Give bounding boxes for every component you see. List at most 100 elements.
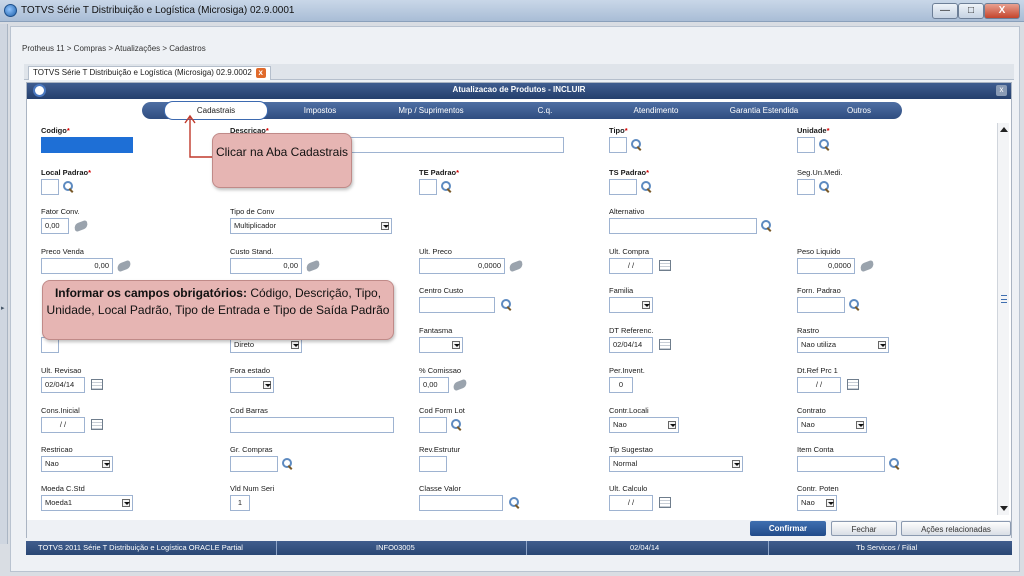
- moeda-c-std-select[interactable]: Moeda1: [41, 495, 133, 511]
- item-conta-input[interactable]: [797, 456, 885, 472]
- tipo-de-conv-select[interactable]: Multiplicador: [230, 218, 392, 234]
- tab-cadastrais[interactable]: Cadastrais: [164, 101, 268, 120]
- close-window-button[interactable]: X: [984, 3, 1020, 19]
- vld-num-seri-input[interactable]: 1: [230, 495, 250, 511]
- familia-select[interactable]: [609, 297, 653, 313]
- calculator-icon[interactable]: [73, 219, 89, 233]
- form-scrollbar[interactable]: [997, 123, 1009, 515]
- tipo-search-icon[interactable]: [631, 139, 642, 150]
- close-button[interactable]: Fechar: [831, 521, 897, 536]
- cod-barras-label: Cod Barras: [230, 406, 268, 415]
- fantasma-select[interactable]: [419, 337, 463, 353]
- local-padrao-search-icon[interactable]: [63, 181, 74, 192]
- rev-estrutur-input[interactable]: [419, 456, 447, 472]
- alternativo-input[interactable]: [609, 218, 757, 234]
- app-icon: [4, 4, 17, 17]
- dt-referenc-input[interactable]: 02/04/14: [609, 337, 653, 353]
- minimize-button[interactable]: —: [932, 3, 958, 19]
- tip-sugestao-label: Tip Sugestao: [609, 445, 653, 454]
- cons-inicial-input[interactable]: / /: [41, 417, 85, 433]
- ult-calculo-input[interactable]: / /: [609, 495, 653, 511]
- restricao-select[interactable]: Nao: [41, 456, 113, 472]
- maximize-button[interactable]: □: [958, 3, 984, 19]
- calendar-icon[interactable]: [847, 379, 859, 390]
- tab-atendimento[interactable]: Atendimento: [600, 102, 712, 119]
- calculator-icon[interactable]: [452, 378, 468, 392]
- seg-un-medi-search-icon[interactable]: [819, 181, 830, 192]
- tab-mrp-suprimentos[interactable]: Mrp / Suprimentos: [372, 102, 490, 119]
- item-conta-search-icon[interactable]: [889, 458, 900, 469]
- calendar-icon[interactable]: [659, 260, 671, 271]
- per-invent-input[interactable]: 0: [609, 377, 633, 393]
- contr-poten-select[interactable]: Nao: [797, 495, 837, 511]
- gr-compras-input[interactable]: [230, 456, 278, 472]
- scroll-down-icon[interactable]: [1000, 506, 1008, 511]
- gr-compras-search-icon[interactable]: [282, 458, 293, 469]
- classe-valor-search-icon[interactable]: [509, 497, 520, 508]
- alternativo-search-icon[interactable]: [761, 220, 772, 231]
- calculator-icon[interactable]: [305, 259, 321, 273]
- status-divider: [276, 541, 277, 555]
- dt-ref-prc1-label: Dt.Ref Prc 1: [797, 366, 838, 375]
- unidade-input[interactable]: [797, 137, 815, 153]
- tab-impostos[interactable]: Impostos: [268, 102, 372, 119]
- contr-locali-select[interactable]: Nao: [609, 417, 679, 433]
- calendar-icon[interactable]: [91, 379, 103, 390]
- custo-stand-input[interactable]: 0,00: [230, 258, 302, 274]
- cod-form-lot-search-icon[interactable]: [451, 419, 462, 430]
- scroll-up-icon[interactable]: [1000, 127, 1008, 132]
- contrato-select[interactable]: Nao: [797, 417, 867, 433]
- forn-padrao-search-icon[interactable]: [849, 299, 860, 310]
- tab-cq[interactable]: C.q.: [490, 102, 600, 119]
- confirm-button[interactable]: Confirmar: [750, 521, 826, 536]
- dt-ref-prc1-input[interactable]: / /: [797, 377, 841, 393]
- calendar-icon[interactable]: [659, 497, 671, 508]
- peso-liquido-label: Peso Liquido: [797, 247, 841, 256]
- tip-sugestao-select[interactable]: Normal: [609, 456, 743, 472]
- comissao-input[interactable]: 0,00: [419, 377, 449, 393]
- calculator-icon[interactable]: [859, 259, 875, 273]
- local-padrao-label: Local Padrao: [41, 168, 91, 177]
- tab-garantia-estendida[interactable]: Garantia Estendida: [712, 102, 816, 119]
- unidade-search-icon[interactable]: [819, 139, 830, 150]
- centro-custo-input[interactable]: [419, 297, 495, 313]
- calendar-icon[interactable]: [659, 339, 671, 350]
- contrato-value: Nao: [801, 420, 815, 429]
- seg-un-medi-input[interactable]: [797, 179, 815, 195]
- side-panel-grip[interactable]: ▸: [0, 24, 8, 544]
- preco-venda-input[interactable]: 0,00: [41, 258, 113, 274]
- peso-liquido-input[interactable]: 0,0000: [797, 258, 855, 274]
- centro-custo-search-icon[interactable]: [501, 299, 512, 310]
- rastro-select[interactable]: Nao utiliza: [797, 337, 889, 353]
- open-tab[interactable]: TOTVS Série T Distribuição e Logística (…: [28, 66, 271, 80]
- te-padrao-input[interactable]: [419, 179, 437, 195]
- ts-padrao-search-icon[interactable]: [641, 181, 652, 192]
- classe-valor-input[interactable]: [419, 495, 503, 511]
- cod-barras-input[interactable]: [230, 417, 394, 433]
- ult-revisao-input[interactable]: 02/04/14: [41, 377, 85, 393]
- cod-form-lot-input[interactable]: [419, 417, 447, 433]
- close-tab-icon[interactable]: x: [255, 68, 266, 78]
- contr-locali-label: Contr.Locali: [609, 406, 649, 415]
- chevron-down-icon: [122, 499, 130, 507]
- related-actions-button[interactable]: Ações relacionadas: [901, 521, 1011, 536]
- ts-padrao-input[interactable]: [609, 179, 637, 195]
- forn-padrao-input[interactable]: [797, 297, 845, 313]
- scroll-grip-icon[interactable]: [1001, 295, 1007, 303]
- calendar-icon[interactable]: [91, 419, 103, 430]
- tab-outros[interactable]: Outros: [816, 102, 902, 119]
- tipo-de-conv-label: Tipo de Conv: [230, 207, 275, 216]
- ult-compra-input[interactable]: / /: [609, 258, 653, 274]
- dialog-close-icon[interactable]: x: [996, 85, 1007, 96]
- calculator-icon[interactable]: [508, 259, 524, 273]
- local-padrao-input[interactable]: [41, 179, 59, 195]
- te-padrao-search-icon[interactable]: [441, 181, 452, 192]
- tipo-input[interactable]: [609, 137, 627, 153]
- chevron-down-icon: [826, 499, 834, 507]
- codigo-input[interactable]: [41, 137, 133, 153]
- chevron-down-icon: [263, 381, 271, 389]
- fator-conv-input[interactable]: 0,00: [41, 218, 69, 234]
- ult-preco-input[interactable]: 0,0000: [419, 258, 505, 274]
- fora-estado-select[interactable]: [230, 377, 274, 393]
- calculator-icon[interactable]: [116, 259, 132, 273]
